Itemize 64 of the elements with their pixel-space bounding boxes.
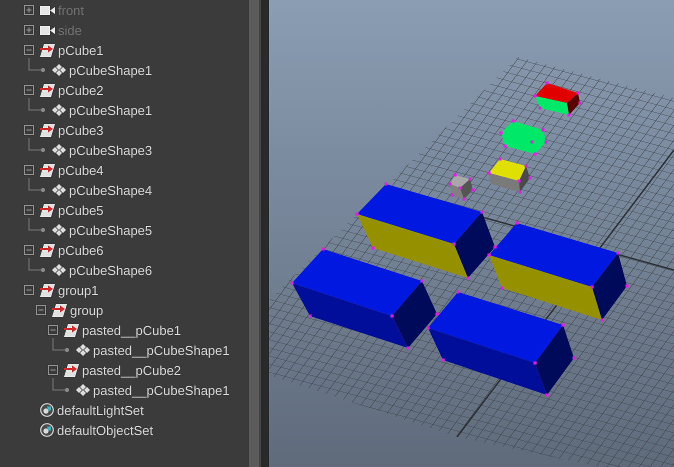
outliner-item[interactable]: pCube6 <box>58 244 104 256</box>
viewport-scene-drawing[interactable] <box>269 0 674 467</box>
outliner-item[interactable]: pCube5 <box>58 204 104 216</box>
collapse-icon[interactable] <box>24 245 34 255</box>
collapse-icon[interactable] <box>24 45 34 55</box>
outliner-item[interactable]: pCube4 <box>58 164 104 176</box>
transform-icon <box>40 244 55 256</box>
outliner-item[interactable]: pCube1 <box>58 44 104 56</box>
transform-icon <box>40 164 55 176</box>
outliner-item[interactable]: pCubeShape1 <box>69 64 152 76</box>
set-icon <box>40 403 54 417</box>
transform-icon <box>40 204 55 216</box>
outliner-item[interactable]: pCubeShape3 <box>69 144 152 156</box>
collapse-icon[interactable] <box>48 365 58 375</box>
outliner-item[interactable]: pCubeShape6 <box>69 264 152 276</box>
expand-icon[interactable] <box>24 25 34 35</box>
tree-connector-icon <box>52 338 72 354</box>
shape-icon <box>52 184 66 196</box>
outliner-item[interactable]: defaultObjectSet <box>57 424 154 436</box>
collapse-icon[interactable] <box>24 205 34 215</box>
tree-connector-icon <box>52 378 72 394</box>
shape-icon <box>52 104 66 116</box>
collapse-icon[interactable] <box>24 125 34 135</box>
set-icon <box>40 423 54 437</box>
transform-icon <box>40 124 55 136</box>
outliner-item[interactable]: pasted__pCubeShape1 <box>93 384 230 396</box>
shape-icon <box>76 384 90 396</box>
transform-icon <box>40 84 55 96</box>
outliner-item[interactable]: pCube2 <box>58 84 104 96</box>
outliner-item[interactable]: pCubeShape1 <box>69 104 152 116</box>
collapse-icon[interactable] <box>36 305 46 315</box>
collapse-icon[interactable] <box>24 85 34 95</box>
transform-icon <box>40 44 55 56</box>
shape-icon <box>52 224 66 236</box>
transform-icon <box>52 304 67 316</box>
outliner-item[interactable]: pCube3 <box>58 124 104 136</box>
shape-icon <box>52 144 66 156</box>
outliner-item[interactable]: group1 <box>58 284 98 296</box>
tree-connector-icon <box>28 178 48 194</box>
outliner-item[interactable]: pasted__pCubeShape1 <box>93 344 230 356</box>
shape-icon <box>52 64 66 76</box>
camera-icon <box>40 26 55 34</box>
tree-connector-icon <box>28 258 48 274</box>
transform-icon <box>64 364 79 376</box>
outliner-item[interactable]: pasted__pCube2 <box>82 364 182 376</box>
collapse-icon[interactable] <box>24 285 34 295</box>
transform-icon <box>64 324 79 336</box>
outliner-item[interactable]: pCubeShape4 <box>69 184 152 196</box>
outliner-item[interactable]: group <box>70 304 104 316</box>
shape-icon <box>52 264 66 276</box>
expand-icon[interactable] <box>24 5 34 15</box>
shape-icon <box>76 344 90 356</box>
tree-connector-icon <box>28 98 48 114</box>
transform-icon <box>40 284 55 296</box>
collapse-icon[interactable] <box>24 165 34 175</box>
tree-connector-icon <box>28 218 48 234</box>
outliner-item[interactable]: pasted__pCube1 <box>82 324 182 336</box>
scrollbar-track[interactable] <box>249 0 259 467</box>
outliner-item[interactable]: pCubeShape5 <box>69 224 152 236</box>
tree-connector-icon <box>28 138 48 154</box>
camera-icon <box>40 6 55 14</box>
tree-connector-icon <box>28 58 48 74</box>
collapse-icon[interactable] <box>48 325 58 335</box>
outliner-item[interactable]: defaultLightSet <box>57 404 144 416</box>
